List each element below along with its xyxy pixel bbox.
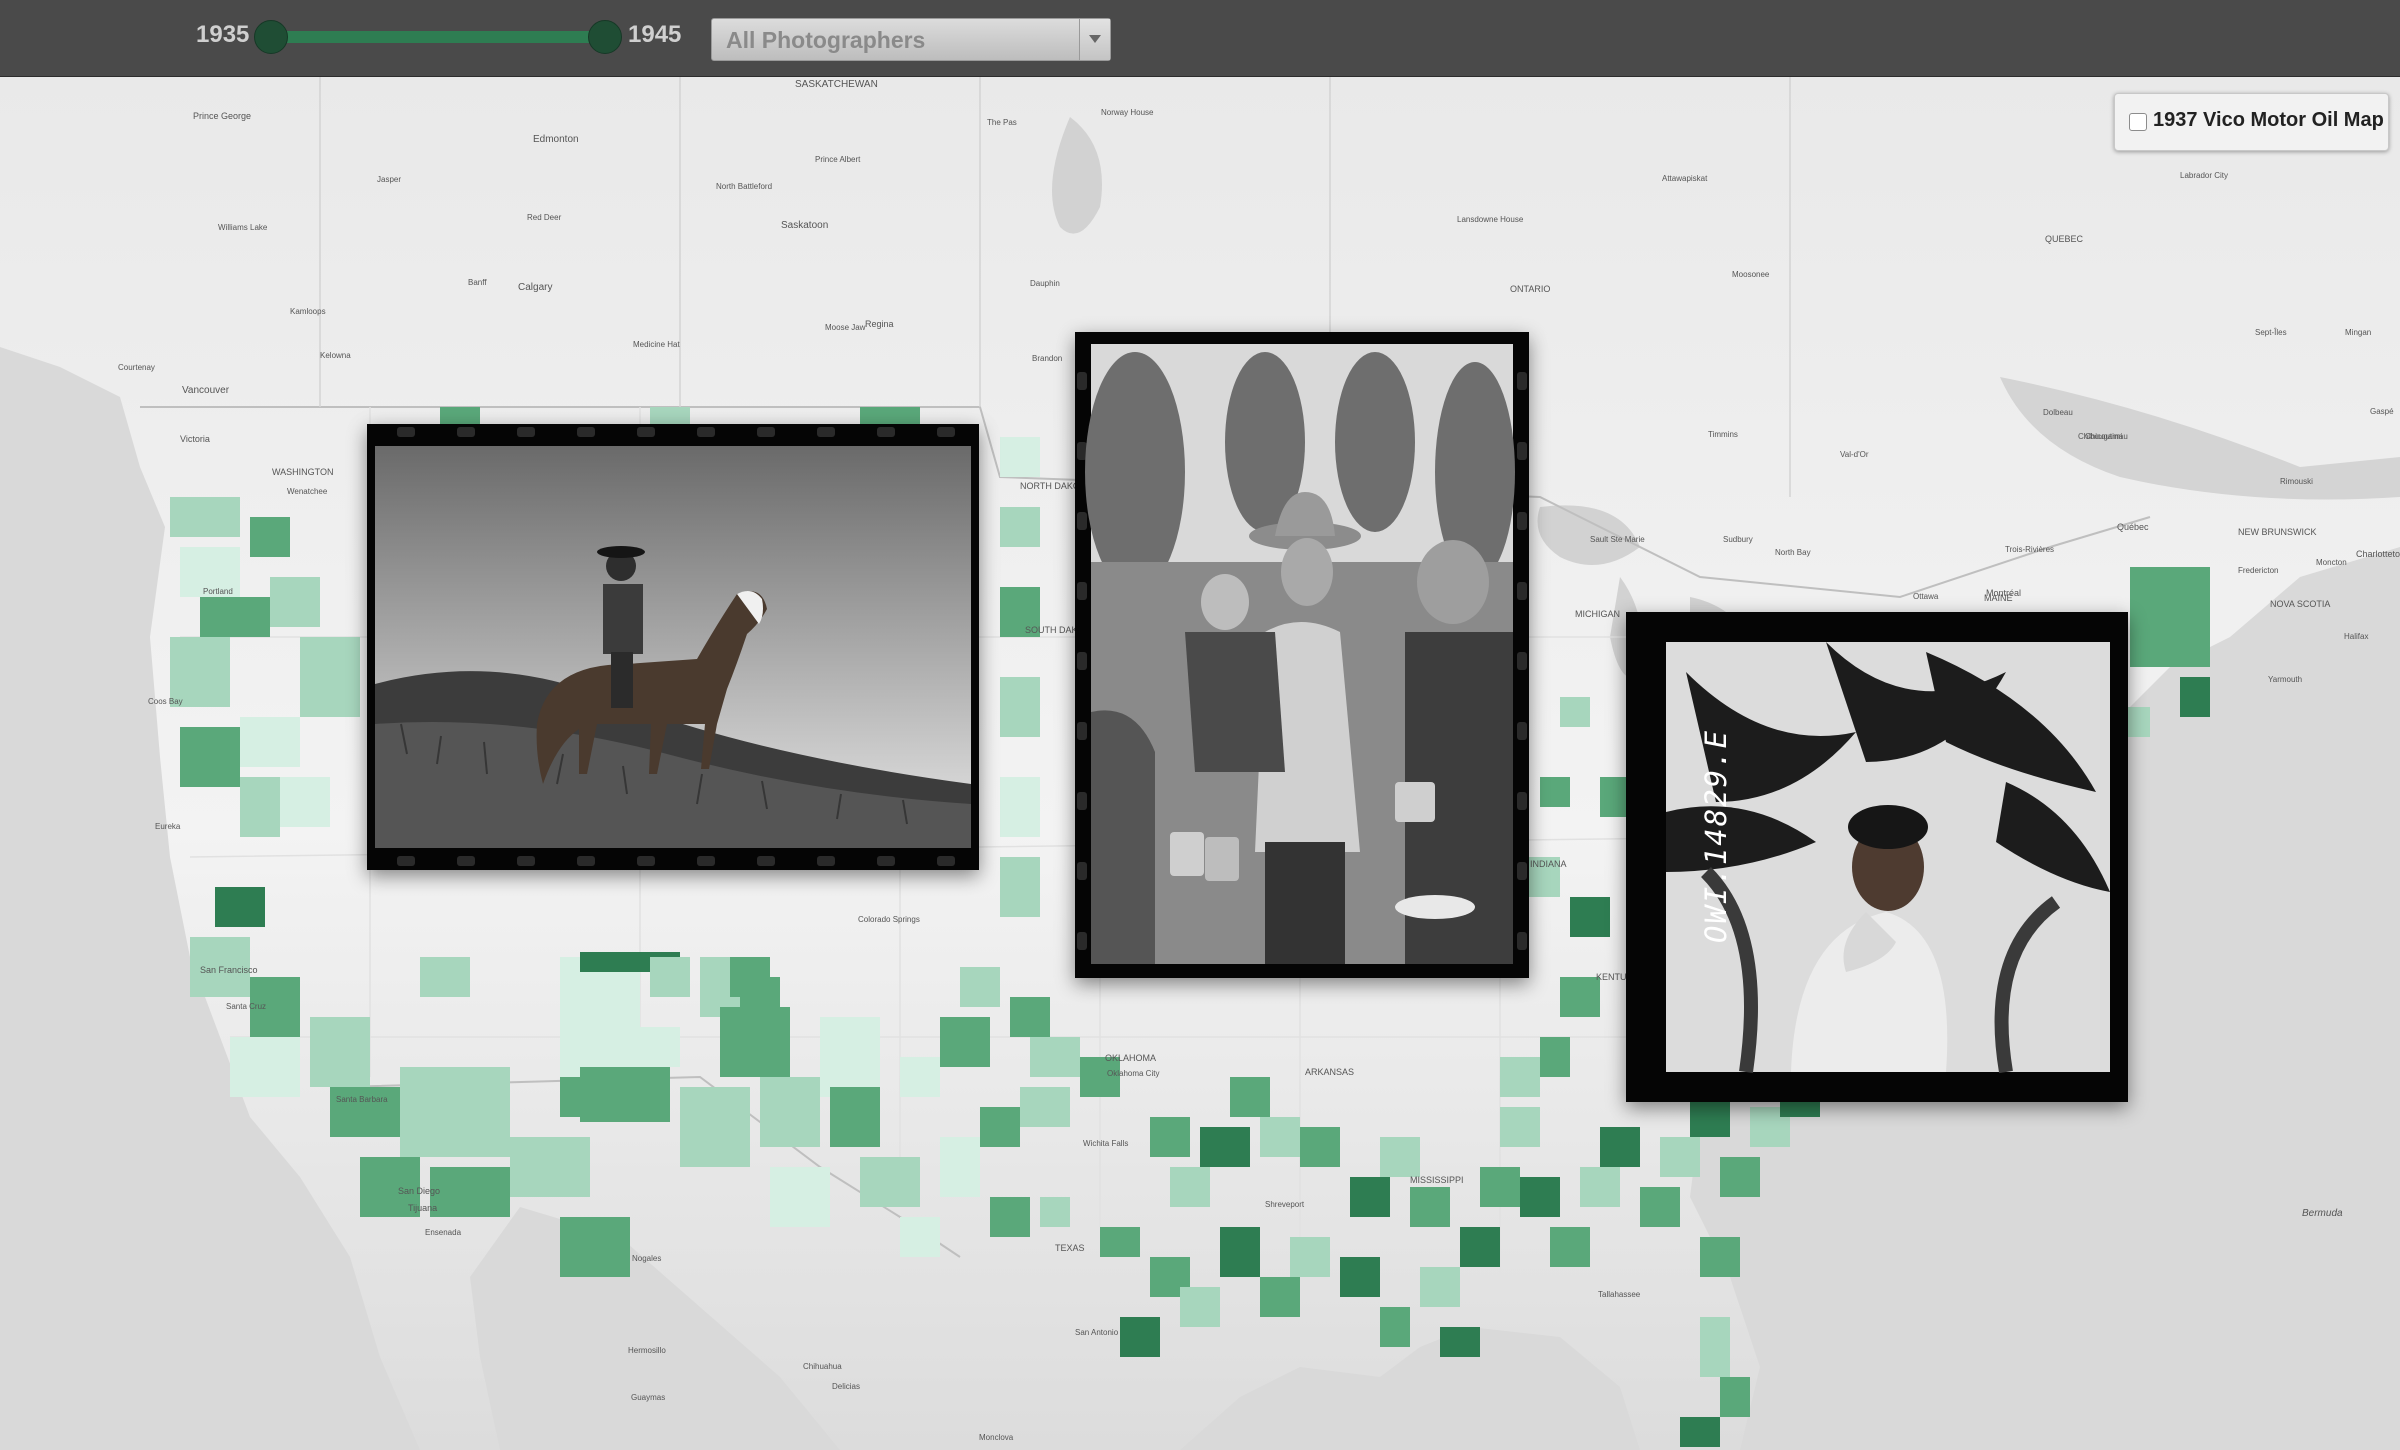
svg-text:Gaspé: Gaspé [2370,407,2394,416]
svg-text:Sudbury: Sudbury [1723,535,1753,544]
top-toolbar: 1935 1945 All Photographers [0,0,2400,77]
svg-text:Montréal: Montréal [1986,588,2021,598]
photo-card-breadline[interactable] [1075,332,1529,978]
svg-text:Fredericton: Fredericton [2238,566,2278,575]
svg-text:Mingan: Mingan [2345,328,2371,337]
svg-text:Dolbeau: Dolbeau [2043,408,2073,417]
negative-code-label: OWI.14829.E [1699,728,1733,943]
svg-text:Red Deer: Red Deer [527,213,562,222]
svg-text:Prince Albert: Prince Albert [815,155,861,164]
svg-text:Portland: Portland [203,587,233,596]
svg-text:Tijuana: Tijuana [408,1203,437,1213]
svg-text:Medicine Hat: Medicine Hat [633,340,680,349]
svg-text:Chicoutimi: Chicoutimi [2085,432,2123,441]
svg-text:Kelowna: Kelowna [320,351,351,360]
svg-text:Labrador City: Labrador City [2180,171,2228,180]
overlay-checkbox[interactable] [2129,113,2147,131]
svg-text:Yarmouth: Yarmouth [2268,675,2302,684]
svg-text:Tallahassee: Tallahassee [1598,1290,1641,1299]
svg-text:North Battleford: North Battleford [716,182,772,191]
svg-text:Guaymas: Guaymas [631,1393,665,1402]
photographer-select-value: All Photographers [726,27,926,53]
svg-text:Edmonton: Edmonton [533,134,579,145]
svg-text:Wenatchee: Wenatchee [287,487,328,496]
photographer-select[interactable]: All Photographers [711,18,1111,61]
svg-text:Coos Bay: Coos Bay [148,697,183,706]
svg-text:Banff: Banff [468,278,487,287]
svg-text:ONTARIO: ONTARIO [1510,284,1550,294]
svg-text:Oklahoma City: Oklahoma City [1107,1069,1159,1078]
svg-text:Courtenay: Courtenay [118,363,155,372]
vico-map-overlay-toggle[interactable]: 1937 Vico Motor Oil Map [2114,93,2389,151]
svg-text:OKLAHOMA: OKLAHOMA [1105,1053,1156,1063]
svg-text:WASHINGTON: WASHINGTON [272,467,334,477]
svg-text:Vancouver: Vancouver [182,385,230,396]
svg-text:Sept-Îles: Sept-Îles [2255,328,2287,337]
svg-text:Saskatoon: Saskatoon [781,220,828,231]
svg-text:Jasper: Jasper [377,175,401,184]
svg-text:Eureka: Eureka [155,822,181,831]
svg-text:MISSISSIPPI: MISSISSIPPI [1410,1175,1464,1185]
svg-text:Halifax: Halifax [2344,632,2368,641]
svg-text:Ensenada: Ensenada [425,1228,462,1237]
svg-text:Timmins: Timmins [1708,430,1738,439]
svg-text:INDIANA: INDIANA [1530,859,1567,869]
svg-text:Kamloops: Kamloops [290,307,326,316]
svg-text:Moosonee: Moosonee [1732,270,1770,279]
svg-text:Wichita Falls: Wichita Falls [1083,1139,1128,1148]
svg-text:Victoria: Victoria [180,434,210,444]
svg-text:QUEBEC: QUEBEC [2045,234,2084,244]
svg-text:The Pas: The Pas [987,118,1017,127]
svg-text:Hermosillo: Hermosillo [628,1346,666,1355]
svg-text:Dauphin: Dauphin [1030,279,1060,288]
photo-card-horseman[interactable] [367,424,979,870]
svg-text:Rimouski: Rimouski [2280,477,2313,486]
svg-text:Shreveport: Shreveport [1265,1200,1305,1209]
svg-text:Calgary: Calgary [518,282,552,293]
svg-text:Ottawa: Ottawa [1913,592,1939,601]
svg-text:North Bay: North Bay [1775,548,1811,557]
svg-text:MICHIGAN: MICHIGAN [1575,609,1620,619]
svg-text:Bermuda: Bermuda [2302,1208,2343,1219]
svg-text:Moose Jaw: Moose Jaw [825,323,866,332]
svg-text:Santa Cruz: Santa Cruz [226,1002,266,1011]
svg-text:ARKANSAS: ARKANSAS [1305,1067,1354,1077]
dropdown-button[interactable] [1079,19,1110,60]
svg-text:TEXAS: TEXAS [1055,1243,1085,1253]
year-start-label: 1935 [196,21,250,48]
svg-text:San Antonio: San Antonio [1075,1328,1119,1337]
breadline-photo [1075,332,1529,978]
svg-text:NEW BRUNSWICK: NEW BRUNSWICK [2238,527,2317,537]
overlay-label: 1937 Vico Motor Oil Map [2153,109,2384,131]
year-end-handle[interactable] [588,20,622,54]
year-range-slider-track[interactable] [268,31,606,43]
year-end-label: 1945 [628,21,682,48]
svg-text:Chihuahua: Chihuahua [803,1362,842,1371]
svg-text:Lansdowne House: Lansdowne House [1457,215,1524,224]
svg-text:Norway House: Norway House [1101,108,1154,117]
chevron-down-icon [1089,35,1101,43]
svg-text:Prince George: Prince George [193,111,251,121]
svg-text:Williams Lake: Williams Lake [218,223,268,232]
svg-text:Attawapiskat: Attawapiskat [1662,174,1708,183]
svg-text:Trois-Rivières: Trois-Rivières [2005,545,2054,554]
svg-text:San Francisco: San Francisco [200,965,258,975]
svg-text:Québec: Québec [2117,522,2149,532]
svg-text:Moncton: Moncton [2316,558,2347,567]
svg-text:Santa Barbara: Santa Barbara [336,1095,388,1104]
horseman-photo [367,424,979,870]
svg-text:Colorado Springs: Colorado Springs [858,915,920,924]
svg-text:Monclova: Monclova [979,1433,1014,1442]
svg-text:Charlottetown: Charlottetown [2356,549,2400,559]
svg-text:NOVA SCOTIA: NOVA SCOTIA [2270,599,2330,609]
svg-text:Brandon: Brandon [1032,354,1062,363]
svg-text:Delicias: Delicias [832,1382,860,1391]
svg-text:Val-d'Or: Val-d'Or [1840,450,1869,459]
year-start-handle[interactable] [254,20,288,54]
svg-text:Sault Ste Marie: Sault Ste Marie [1590,535,1645,544]
svg-text:Nogales: Nogales [632,1254,661,1263]
svg-text:Regina: Regina [865,319,894,329]
svg-text:San Diego: San Diego [398,1186,440,1196]
svg-text:SASKATCHEWAN: SASKATCHEWAN [795,79,878,90]
